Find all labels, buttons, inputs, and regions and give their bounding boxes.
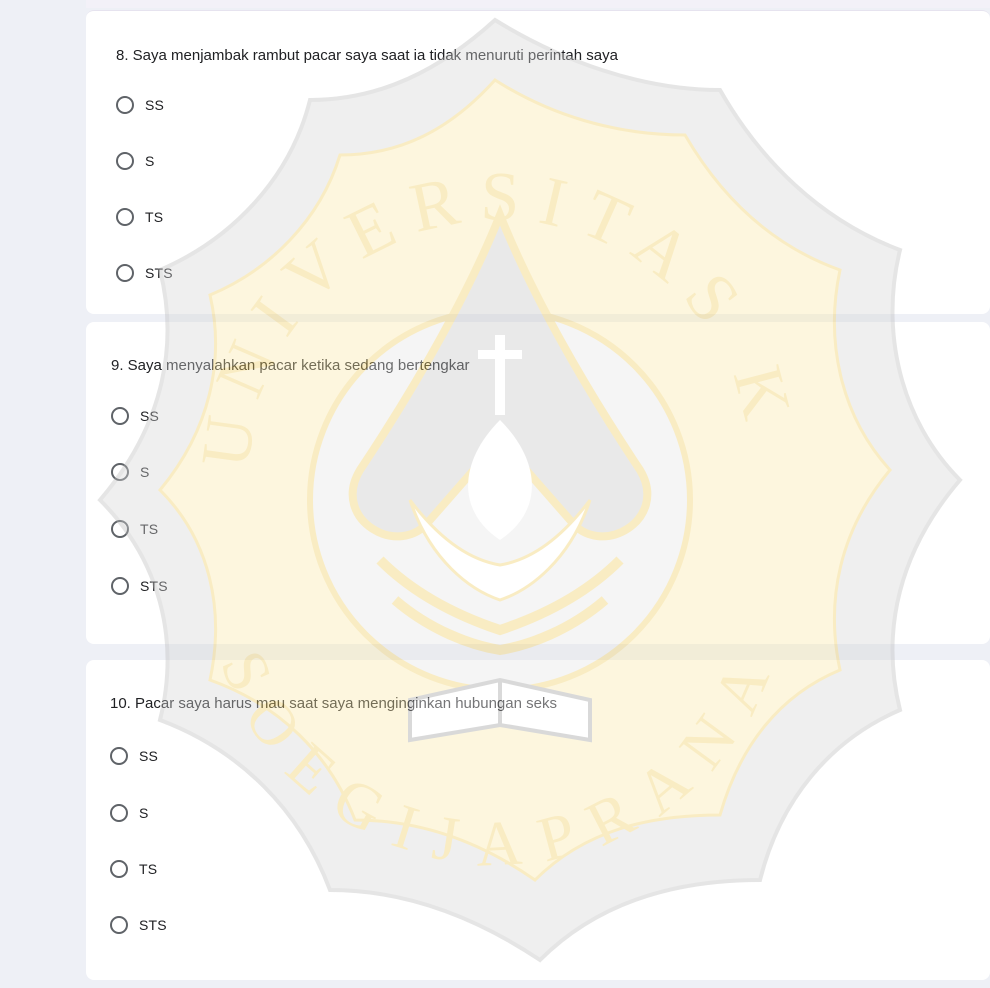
radio-button-icon[interactable] [110,804,128,822]
question-card-8: 8. Saya menjambak rambut pacar saya saat… [86,10,990,314]
option-label: S [145,153,155,169]
radio-option-ts[interactable]: TS [111,518,158,540]
previous-card-edge [86,0,990,8]
question-title: 9. Saya menyalahkan pacar ketika sedang … [111,357,470,374]
radio-option-ts[interactable]: TS [116,206,163,228]
radio-button-icon[interactable] [110,860,128,878]
option-label: STS [140,578,168,594]
option-label: TS [140,521,159,537]
question-card-9: 9. Saya menyalahkan pacar ketika sedang … [86,322,990,644]
radio-button-icon[interactable] [116,208,134,226]
radio-option-sts[interactable]: STS [111,575,168,597]
option-label: SS [140,408,160,424]
option-label: STS [145,265,173,281]
radio-option-ss[interactable]: SS [110,745,158,767]
radio-button-icon[interactable] [116,264,134,282]
option-label: S [140,464,150,480]
option-label: S [139,805,149,821]
radio-option-s[interactable]: S [116,150,155,172]
radio-option-ss[interactable]: SS [111,405,159,427]
radio-option-sts[interactable]: STS [110,914,167,936]
question-title: 10. Pacar saya harus mau saat saya mengi… [110,695,557,712]
radio-button-icon[interactable] [116,96,134,114]
radio-option-ss[interactable]: SS [116,94,164,116]
radio-button-icon[interactable] [110,916,128,934]
radio-button-icon[interactable] [111,577,129,595]
option-label: STS [139,917,167,933]
option-label: SS [145,97,165,113]
question-title: 8. Saya menjambak rambut pacar saya saat… [116,47,618,64]
option-label: SS [139,748,159,764]
radio-option-sts[interactable]: STS [116,262,173,284]
radio-button-icon[interactable] [111,520,129,538]
radio-option-ts[interactable]: TS [110,858,157,880]
option-label: TS [145,209,164,225]
question-card-10: 10. Pacar saya harus mau saat saya mengi… [86,660,990,980]
radio-button-icon[interactable] [111,407,129,425]
option-label: TS [139,861,158,877]
radio-option-s[interactable]: S [111,461,150,483]
radio-button-icon[interactable] [110,747,128,765]
radio-option-s[interactable]: S [110,802,149,824]
radio-button-icon[interactable] [116,152,134,170]
radio-button-icon[interactable] [111,463,129,481]
